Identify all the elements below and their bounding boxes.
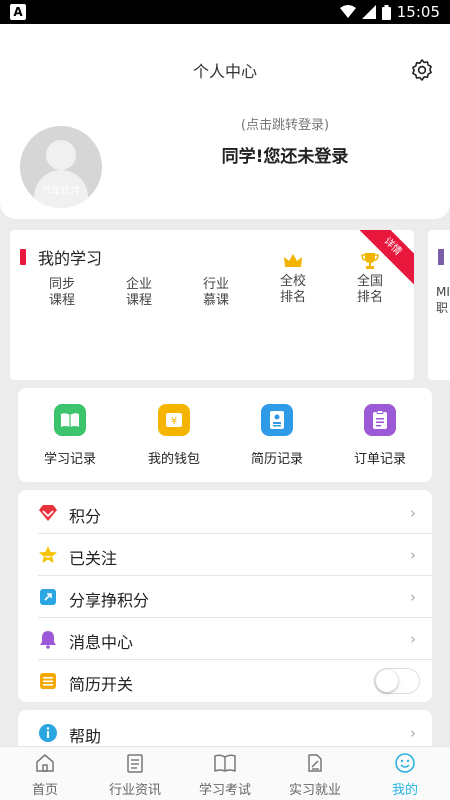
news-icon <box>127 754 143 773</box>
menu-item-message-center[interactable]: 消息中心 › <box>18 618 432 660</box>
resume-toggle[interactable] <box>374 668 420 694</box>
battery-icon <box>381 4 391 20</box>
study-record-button[interactable]: 学习记录 <box>30 404 110 467</box>
my-study-title: 我的学习 <box>38 249 103 268</box>
gear-icon <box>412 59 432 81</box>
resume-record-button[interactable]: 简历记录 <box>237 404 317 467</box>
notification-icon: A <box>10 4 26 20</box>
menu-item-resume-switch: 简历开关 <box>18 660 432 702</box>
study-item-enterprise-courses[interactable]: 企业 课程 <box>109 277 169 309</box>
chevron-right-icon: › <box>410 504 416 522</box>
wallet-icon: ¥ <box>158 404 190 436</box>
settings-button[interactable] <box>408 56 436 84</box>
my-study-card: 我的学习 详情 同步 课程 企业 课程 行业 慕课 全校 排名 全国 排名 <box>10 230 414 380</box>
status-bar: A 15:05 <box>0 0 450 24</box>
quick-actions-card: 学习记录 ¥ 我的钱包 简历记录 订单记录 <box>18 388 432 482</box>
tab-home[interactable]: 首页 <box>0 751 90 798</box>
study-item-sync-courses[interactable]: 同步 课程 <box>32 277 92 309</box>
diamond-icon <box>39 505 57 521</box>
trophy-icon <box>361 253 379 269</box>
study-item-school-ranking[interactable]: 全校 排名 <box>263 250 323 306</box>
job-icon <box>308 754 322 772</box>
order-icon <box>364 404 396 436</box>
menu-label: 帮助 <box>69 727 102 746</box>
section-accent <box>20 249 26 265</box>
avatar-label: 汽车优才 <box>41 186 81 197</box>
study-item-national-ranking[interactable]: 全国 排名 <box>340 250 400 306</box>
next-card-peek[interactable]: MI 职 <box>428 230 450 380</box>
page-title: 个人中心 <box>192 62 257 81</box>
my-wallet-button[interactable]: ¥ 我的钱包 <box>134 404 214 467</box>
svg-text:¥: ¥ <box>171 416 177 427</box>
tab-study-exam[interactable]: 学习考试 <box>180 751 270 798</box>
profile-icon <box>395 753 415 773</box>
menu-list: 积分 › 已关注 › 分享挣积分 › 消息中心 › 简历开关 <box>18 490 432 702</box>
status-time: 15:05 <box>396 3 440 21</box>
tab-internship-jobs[interactable]: 实习就业 <box>270 751 360 798</box>
avatar[interactable]: 汽车优才 <box>20 126 102 208</box>
menu-item-followed[interactable]: 已关注 › <box>18 534 432 576</box>
wifi-icon <box>339 5 356 19</box>
order-record-button[interactable]: 订单记录 <box>340 404 420 467</box>
chevron-right-icon: › <box>410 546 416 564</box>
chevron-right-icon: › <box>410 630 416 648</box>
bottom-tab-bar: 首页 行业资讯 学习考试 实习就业 我的 <box>0 746 450 800</box>
crown-icon <box>284 254 302 267</box>
login-hint[interactable]: (点击跳转登录) <box>180 114 390 133</box>
menu-label: 消息中心 <box>69 633 134 652</box>
menu-label: 简历开关 <box>69 675 134 694</box>
chevron-right-icon: › <box>410 724 416 742</box>
menu-label: 积分 <box>69 507 102 526</box>
share-icon <box>40 589 56 605</box>
resume-icon <box>261 404 293 436</box>
login-prompt[interactable]: 同学!您还未登录 <box>180 142 390 167</box>
bell-icon <box>40 631 56 649</box>
chevron-right-icon: › <box>410 588 416 606</box>
profile-card: 个人中心 汽车优才 (点击跳转登录) 同学!您还未登录 <box>0 24 450 219</box>
info-icon <box>39 724 57 742</box>
exam-icon <box>214 754 236 772</box>
signal-icon <box>361 5 376 19</box>
home-icon <box>36 754 54 772</box>
menu-item-points[interactable]: 积分 › <box>18 492 432 534</box>
menu-label: 已关注 <box>69 549 118 568</box>
star-icon <box>39 546 57 563</box>
tab-industry-news[interactable]: 行业资讯 <box>90 751 180 798</box>
menu-item-share-points[interactable]: 分享挣积分 › <box>18 576 432 618</box>
study-item-industry-mooc[interactable]: 行业 慕课 <box>186 277 246 309</box>
book-icon <box>54 404 86 436</box>
list-icon <box>40 673 56 689</box>
tab-mine[interactable]: 我的 <box>360 751 450 798</box>
menu-label: 分享挣积分 <box>69 591 150 610</box>
